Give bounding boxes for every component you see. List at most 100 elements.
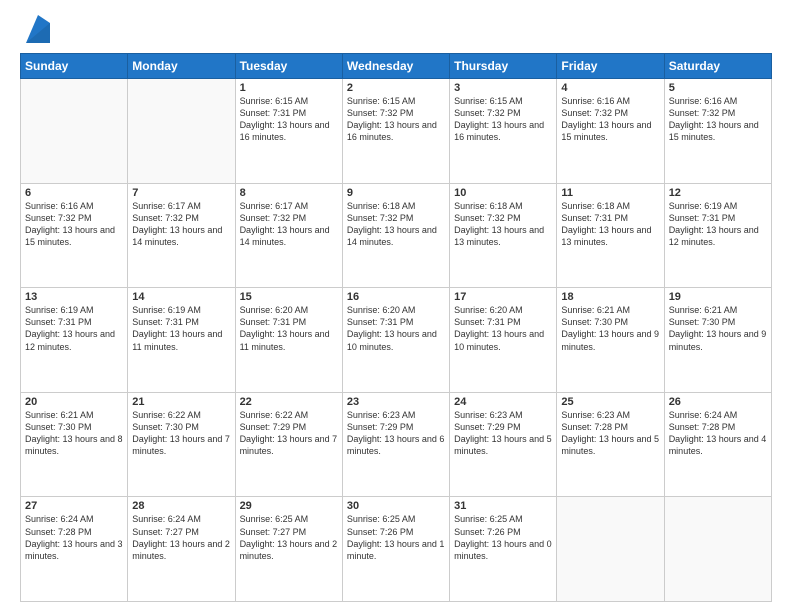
day-info: Sunrise: 6:18 AM Sunset: 7:31 PM Dayligh…: [561, 200, 659, 249]
day-info: Sunrise: 6:22 AM Sunset: 7:30 PM Dayligh…: [132, 409, 230, 458]
calendar-cell: 8Sunrise: 6:17 AM Sunset: 7:32 PM Daylig…: [235, 183, 342, 288]
logo: [20, 15, 50, 43]
day-number: 31: [454, 500, 552, 512]
day-number: 2: [347, 82, 445, 94]
day-number: 8: [240, 187, 338, 199]
day-info: Sunrise: 6:16 AM Sunset: 7:32 PM Dayligh…: [669, 95, 767, 144]
weekday-sunday: Sunday: [21, 54, 128, 79]
calendar-cell: 9Sunrise: 6:18 AM Sunset: 7:32 PM Daylig…: [342, 183, 449, 288]
calendar-cell: 17Sunrise: 6:20 AM Sunset: 7:31 PM Dayli…: [450, 288, 557, 393]
day-number: 10: [454, 187, 552, 199]
day-info: Sunrise: 6:24 AM Sunset: 7:28 PM Dayligh…: [669, 409, 767, 458]
day-number: 25: [561, 396, 659, 408]
day-info: Sunrise: 6:23 AM Sunset: 7:28 PM Dayligh…: [561, 409, 659, 458]
day-info: Sunrise: 6:23 AM Sunset: 7:29 PM Dayligh…: [454, 409, 552, 458]
day-number: 17: [454, 291, 552, 303]
day-number: 30: [347, 500, 445, 512]
day-number: 15: [240, 291, 338, 303]
calendar-cell: 7Sunrise: 6:17 AM Sunset: 7:32 PM Daylig…: [128, 183, 235, 288]
week-row-3: 13 Sunrise: 6:19 AM Sunset: 7:31 PM Dayli…: [21, 288, 772, 393]
day-number: 27: [25, 500, 123, 512]
calendar-cell: 31Sunrise: 6:25 AM Sunset: 7:26 PM Dayli…: [450, 497, 557, 602]
day-info: Sunrise: 6:21 AM Sunset: 7:30 PM Dayligh…: [669, 304, 767, 353]
calendar-cell: 28Sunrise: 6:24 AM Sunset: 7:27 PM Dayli…: [128, 497, 235, 602]
day-info: Sunrise: 6:19 AM Sunset: 7:31 PM Dayligh…: [669, 200, 767, 249]
day-number: 5: [669, 82, 767, 94]
week-row-4: 20Sunrise: 6:21 AM Sunset: 7:30 PM Dayli…: [21, 392, 772, 497]
calendar-cell: 14Sunrise: 6:19 AM Sunset: 7:31 PM Dayli…: [128, 288, 235, 393]
calendar-cell: 13Sunrise: 6:19 AM Sunset: 7:31 PM Dayli…: [21, 288, 128, 393]
calendar-cell: [128, 79, 235, 184]
calendar-cell: [664, 497, 771, 602]
weekday-tuesday: Tuesday: [235, 54, 342, 79]
calendar-cell: 21Sunrise: 6:22 AM Sunset: 7:30 PM Dayli…: [128, 392, 235, 497]
day-info: Sunrise: 6:24 AM Sunset: 7:27 PM Dayligh…: [132, 513, 230, 562]
weekday-thursday: Thursday: [450, 54, 557, 79]
day-number: 18: [561, 291, 659, 303]
calendar-cell: 30Sunrise: 6:25 AM Sunset: 7:26 PM Dayli…: [342, 497, 449, 602]
day-number: 3: [454, 82, 552, 94]
calendar-cell: 5Sunrise: 6:16 AM Sunset: 7:32 PM Daylig…: [664, 79, 771, 184]
page: SundayMondayTuesdayWednesdayThursdayFrid…: [0, 0, 792, 612]
day-number: 9: [347, 187, 445, 199]
calendar-body: 1Sunrise: 6:15 AM Sunset: 7:31 PM Daylig…: [21, 79, 772, 602]
calendar-cell: 19Sunrise: 6:21 AM Sunset: 7:30 PM Dayli…: [664, 288, 771, 393]
calendar-cell: 22Sunrise: 6:22 AM Sunset: 7:29 PM Dayli…: [235, 392, 342, 497]
day-info: Sunrise: 6:16 AM Sunset: 7:32 PM Dayligh…: [25, 200, 123, 249]
day-info: Sunrise: 6:15 AM Sunset: 7:31 PM Dayligh…: [240, 95, 338, 144]
day-number: 14: [132, 291, 230, 303]
day-number: 16: [347, 291, 445, 303]
day-number: 21: [132, 396, 230, 408]
weekday-saturday: Saturday: [664, 54, 771, 79]
header: [20, 15, 772, 43]
day-info: Sunrise: 6:22 AM Sunset: 7:29 PM Dayligh…: [240, 409, 338, 458]
day-info: Sunrise: 6:18 AM Sunset: 7:32 PM Dayligh…: [347, 200, 445, 249]
calendar-cell: [557, 497, 664, 602]
day-info: Sunrise: 6:20 AM Sunset: 7:31 PM Dayligh…: [240, 304, 338, 353]
weekday-header: SundayMondayTuesdayWednesdayThursdayFrid…: [21, 54, 772, 79]
day-number: 13: [25, 291, 123, 303]
day-number: 24: [454, 396, 552, 408]
day-number: 20: [25, 396, 123, 408]
day-info: Sunrise: 6:20 AM Sunset: 7:31 PM Dayligh…: [454, 304, 552, 353]
day-info: Sunrise: 6:25 AM Sunset: 7:27 PM Dayligh…: [240, 513, 338, 562]
weekday-friday: Friday: [557, 54, 664, 79]
calendar-cell: 26Sunrise: 6:24 AM Sunset: 7:28 PM Dayli…: [664, 392, 771, 497]
day-number: 26: [669, 396, 767, 408]
week-row-5: 27Sunrise: 6:24 AM Sunset: 7:28 PM Dayli…: [21, 497, 772, 602]
week-row-1: 1Sunrise: 6:15 AM Sunset: 7:31 PM Daylig…: [21, 79, 772, 184]
day-number: 19: [669, 291, 767, 303]
weekday-wednesday: Wednesday: [342, 54, 449, 79]
day-info: Sunrise: 6:21 AM Sunset: 7:30 PM Dayligh…: [25, 409, 123, 458]
day-info: Sunrise: 6:20 AM Sunset: 7:31 PM Dayligh…: [347, 304, 445, 353]
day-number: 11: [561, 187, 659, 199]
day-number: 28: [132, 500, 230, 512]
day-number: 1: [240, 82, 338, 94]
weekday-monday: Monday: [128, 54, 235, 79]
day-info: Sunrise: 6:18 AM Sunset: 7:32 PM Dayligh…: [454, 200, 552, 249]
day-number: 6: [25, 187, 123, 199]
day-info: Sunrise: 6:25 AM Sunset: 7:26 PM Dayligh…: [347, 513, 445, 562]
day-info: Sunrise: 6:17 AM Sunset: 7:32 PM Dayligh…: [240, 200, 338, 249]
logo-icon: [26, 15, 50, 43]
calendar-cell: 29Sunrise: 6:25 AM Sunset: 7:27 PM Dayli…: [235, 497, 342, 602]
day-number: 23: [347, 396, 445, 408]
day-info: Sunrise: 6:17 AM Sunset: 7:32 PM Dayligh…: [132, 200, 230, 249]
calendar-cell: 2Sunrise: 6:15 AM Sunset: 7:32 PM Daylig…: [342, 79, 449, 184]
calendar-cell: 20Sunrise: 6:21 AM Sunset: 7:30 PM Dayli…: [21, 392, 128, 497]
day-info: Sunrise: 6:23 AM Sunset: 7:29 PM Dayligh…: [347, 409, 445, 458]
day-number: 7: [132, 187, 230, 199]
day-number: 12: [669, 187, 767, 199]
calendar-cell: 6Sunrise: 6:16 AM Sunset: 7:32 PM Daylig…: [21, 183, 128, 288]
calendar-cell: 27Sunrise: 6:24 AM Sunset: 7:28 PM Dayli…: [21, 497, 128, 602]
calendar-cell: 1Sunrise: 6:15 AM Sunset: 7:31 PM Daylig…: [235, 79, 342, 184]
day-info: Sunrise: 6:19 AM Sunset: 7:31 PM Dayligh…: [132, 304, 230, 353]
calendar-cell: 25Sunrise: 6:23 AM Sunset: 7:28 PM Dayli…: [557, 392, 664, 497]
calendar-cell: 18Sunrise: 6:21 AM Sunset: 7:30 PM Dayli…: [557, 288, 664, 393]
day-info: Sunrise: 6:15 AM Sunset: 7:32 PM Dayligh…: [454, 95, 552, 144]
day-info: Sunrise: 6:25 AM Sunset: 7:26 PM Dayligh…: [454, 513, 552, 562]
calendar-cell: 24Sunrise: 6:23 AM Sunset: 7:29 PM Dayli…: [450, 392, 557, 497]
calendar-cell: 16Sunrise: 6:20 AM Sunset: 7:31 PM Dayli…: [342, 288, 449, 393]
calendar-cell: 12Sunrise: 6:19 AM Sunset: 7:31 PM Dayli…: [664, 183, 771, 288]
day-number: 4: [561, 82, 659, 94]
